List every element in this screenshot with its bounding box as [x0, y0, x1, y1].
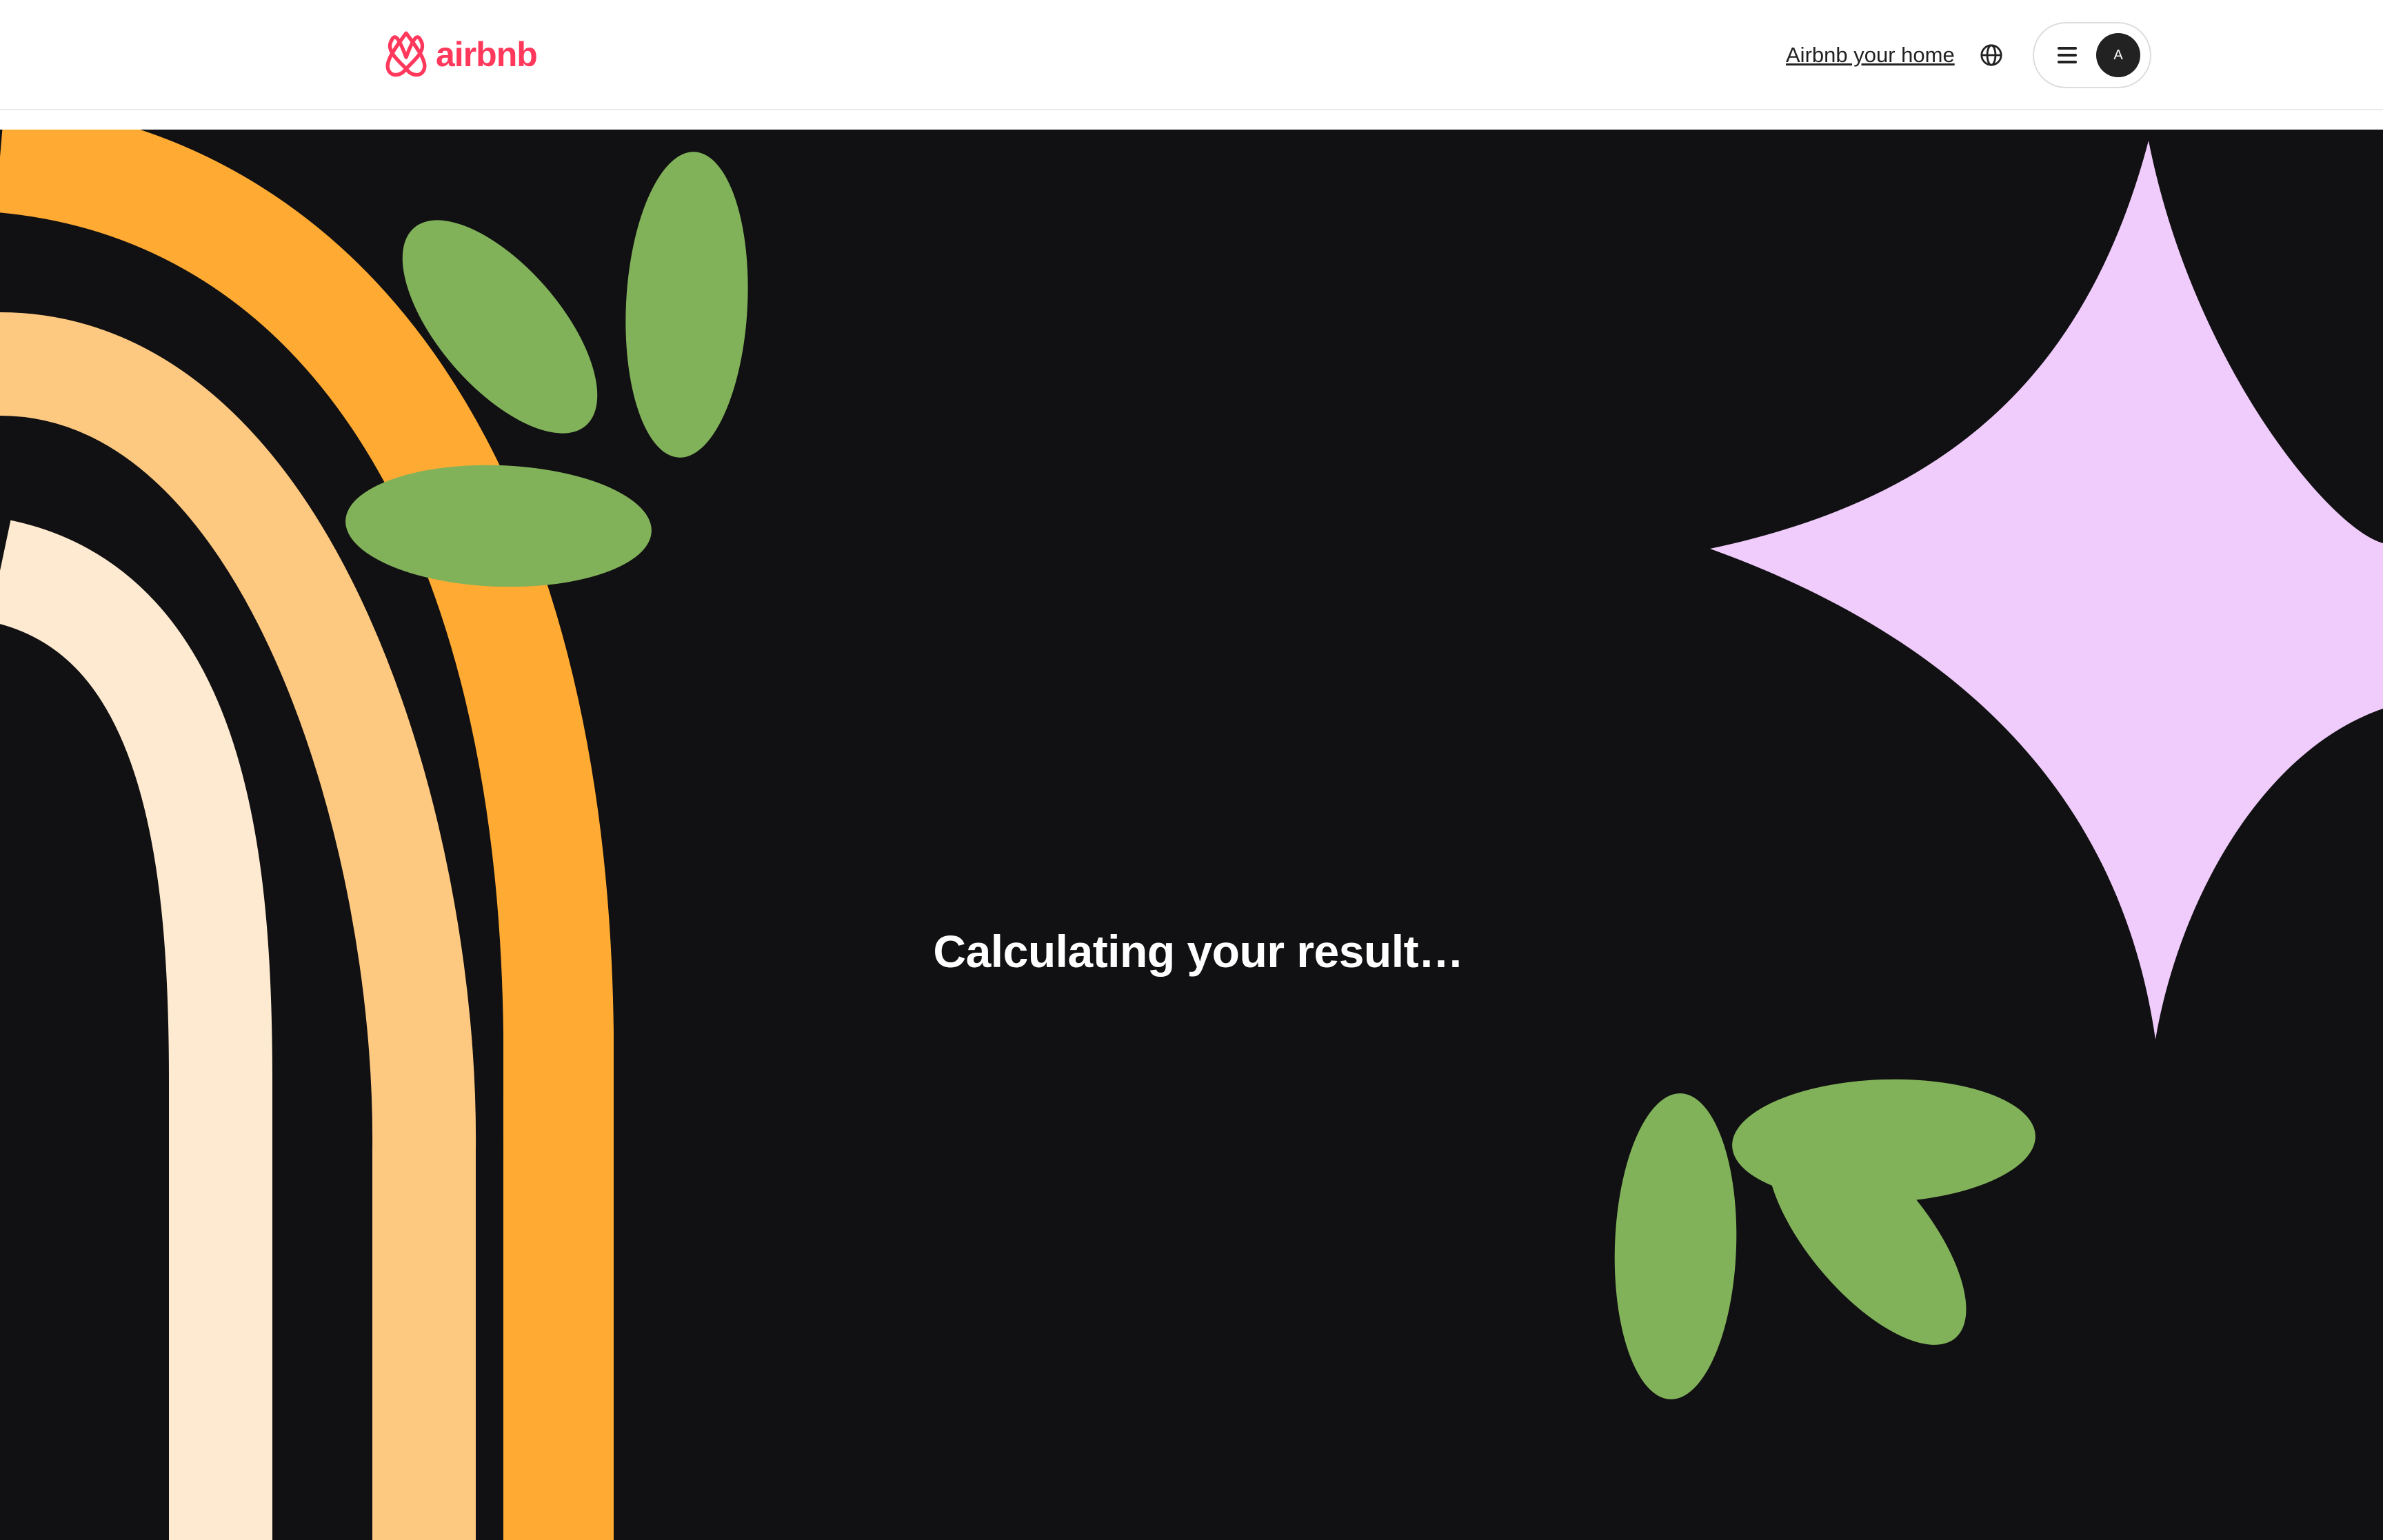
leaves-bottom-right: [1614, 1079, 2035, 1399]
hamburger-menu-icon: [2058, 47, 2077, 63]
avatar: A: [2096, 33, 2140, 77]
language-button[interactable]: [1975, 39, 2008, 72]
sparkle-shape: [1710, 141, 2383, 1040]
result-loading-stage: Calculating your result…: [0, 130, 2383, 1540]
user-menu-button[interactable]: A: [2033, 22, 2151, 88]
rainbow-arc-inner: [0, 520, 272, 1540]
logo-wordmark: airbnb: [436, 35, 538, 74]
decorative-illustration: [0, 130, 2383, 1540]
airbnb-logo-icon: [385, 31, 427, 77]
airbnb-your-home-link[interactable]: Airbnb your home: [1786, 40, 1955, 70]
airbnb-logo[interactable]: airbnb: [383, 30, 538, 79]
globe-icon: [1980, 44, 2002, 66]
loading-status-text: Calculating your result…: [933, 926, 1464, 977]
site-header: airbnb Airbnb your home A: [0, 0, 2383, 110]
